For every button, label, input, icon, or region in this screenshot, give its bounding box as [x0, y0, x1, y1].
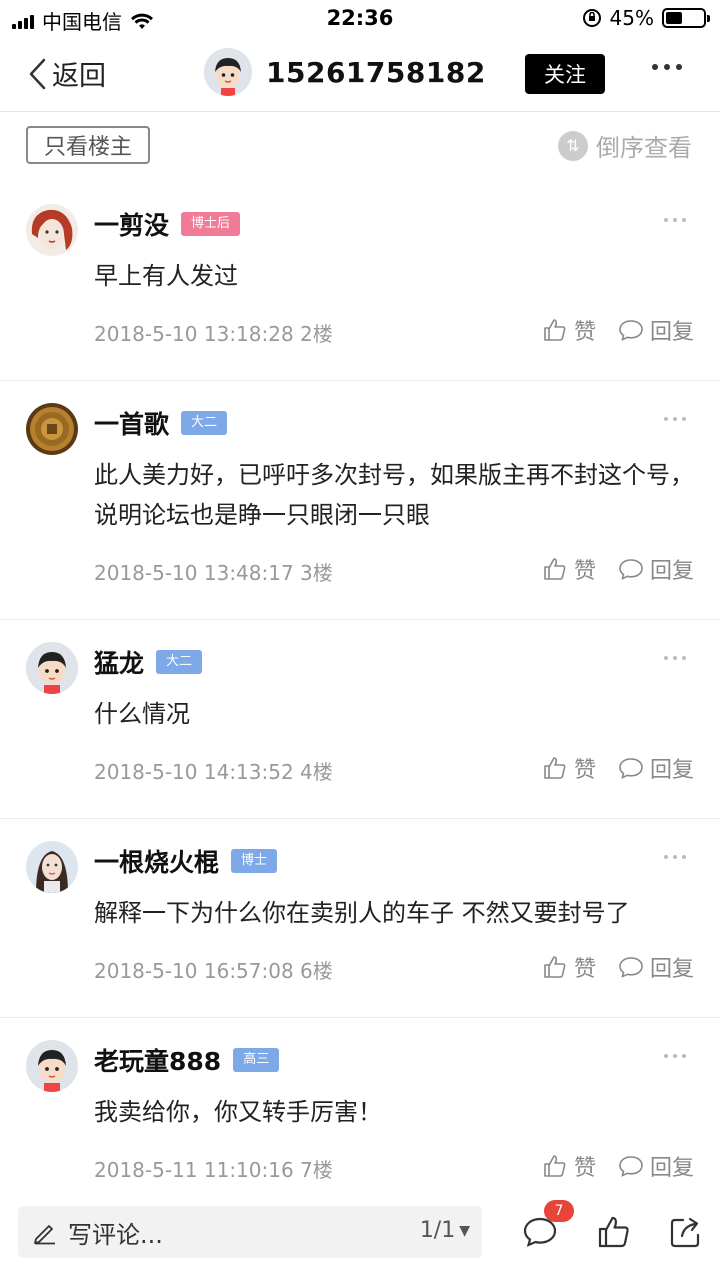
like-label: 赞: [573, 1156, 596, 1181]
comment-item: 一首歌 大二 此人美力好，已呼吁多次封号，如果版主再不封这个号，说明论坛也是睁一…: [0, 381, 720, 620]
rank-badge: 大二: [156, 650, 203, 674]
commenter-avatar[interactable]: [26, 841, 78, 893]
comment-text: 什么情况: [94, 700, 190, 728]
back-label: 返回: [52, 61, 106, 92]
caret-down-icon: ▼: [459, 1222, 470, 1239]
rank-badge: 高三: [233, 1048, 280, 1072]
reply-button[interactable]: 回复: [618, 553, 694, 585]
like-label: 赞: [573, 758, 596, 783]
thumbs-up-icon: [544, 558, 566, 580]
speech-bubble-icon: [619, 1156, 643, 1177]
comment-item: 一根烧火棍 博士 解释一下为什么你在卖别人的车子 不然又要封号了 2018-5-…: [0, 819, 720, 1018]
like-icon[interactable]: [596, 1214, 632, 1250]
reply-button[interactable]: 回复: [618, 1150, 694, 1182]
commenter-avatar[interactable]: [26, 204, 78, 256]
default-avatar-icon: [204, 48, 252, 96]
like-label: 赞: [573, 320, 596, 345]
comment-meta: 2018-5-11 11:10:16 7楼: [94, 1158, 333, 1182]
status-right: 45%: [582, 6, 710, 30]
comment-more-icon[interactable]: [664, 218, 686, 222]
comment-text: 早上有人发过: [94, 262, 238, 290]
commenter-name[interactable]: 一剪没: [94, 206, 169, 242]
commenter-avatar[interactable]: [26, 642, 78, 694]
filter-row: 只看楼主 ⇅ 倒序查看: [0, 112, 720, 182]
page-title: 15261758182: [266, 55, 486, 89]
reply-button[interactable]: 回复: [618, 951, 694, 983]
like-button[interactable]: 赞: [542, 752, 596, 784]
thumbs-up-icon: [544, 757, 566, 779]
battery-fill: [666, 12, 683, 24]
commenter-name[interactable]: 老玩童888: [94, 1042, 221, 1078]
comment-more-icon[interactable]: [664, 855, 686, 859]
speech-bubble-icon: [619, 320, 643, 341]
thumbs-up-icon: [544, 1155, 566, 1177]
write-comment-input[interactable]: 写评论... 1/1 ▼: [18, 1206, 482, 1258]
battery-icon: [662, 8, 710, 28]
reply-label: 回复: [649, 1156, 694, 1181]
comment-text: 解释一下为什么你在卖别人的车子 不然又要封号了: [94, 899, 630, 927]
commenter-avatar[interactable]: [26, 403, 78, 455]
reply-label: 回复: [649, 320, 694, 345]
share-icon[interactable]: [668, 1214, 704, 1250]
bottom-bar: 写评论... 1/1 ▼ 7: [0, 1194, 720, 1280]
comment-item: 猛龙 大二 什么情况 2018-5-10 14:13:52 4楼 赞 回复: [0, 620, 720, 819]
comment-count-badge: 7: [544, 1200, 574, 1222]
comment-item: 一剪没 博士后 早上有人发过 2018-5-10 13:18:28 2楼 赞 回…: [0, 182, 720, 381]
follow-button[interactable]: 关注: [525, 54, 605, 94]
page-indicator[interactable]: 1/1 ▼: [420, 1218, 470, 1243]
like-label: 赞: [573, 957, 596, 982]
commenter-avatar[interactable]: [26, 1040, 78, 1092]
write-comment-label: 写评论...: [68, 1220, 163, 1249]
sort-icon: ⇅: [558, 130, 588, 161]
thumbs-up-icon: [544, 319, 566, 341]
status-bar: 中国电信 22:36 45%: [0, 0, 720, 36]
reverse-order-button[interactable]: ⇅ 倒序查看: [558, 128, 692, 163]
reply-label: 回复: [649, 957, 694, 982]
speech-bubble-icon: [619, 758, 643, 779]
page-indicator-label: 1/1: [419, 1218, 456, 1243]
comment-more-icon[interactable]: [664, 417, 686, 421]
reply-label: 回复: [649, 559, 694, 584]
like-button[interactable]: 赞: [542, 1150, 596, 1182]
comment-item: 老玩童888 高三 我卖给你，你又转手厉害！ 2018-5-11 11:10:1…: [0, 1018, 720, 1216]
nav-user[interactable]: 15261758182: [204, 48, 486, 96]
back-button[interactable]: 返回: [26, 54, 106, 93]
speech-bubble-icon: [619, 559, 643, 580]
comment-meta: 2018-5-10 13:48:17 3楼: [94, 561, 333, 585]
like-button[interactable]: 赞: [542, 553, 596, 585]
more-options-icon[interactable]: [652, 64, 682, 70]
rank-badge: 博士后: [181, 212, 241, 236]
thumbs-up-icon: [544, 956, 566, 978]
reply-label: 回复: [649, 758, 694, 783]
only-owner-button[interactable]: 只看楼主: [26, 126, 150, 164]
commenter-name[interactable]: 一首歌: [94, 405, 169, 441]
speech-bubble-icon: [619, 957, 643, 978]
commenter-name[interactable]: 一根烧火棍: [94, 843, 219, 879]
rank-badge: 大二: [181, 411, 228, 435]
like-label: 赞: [573, 559, 596, 584]
nav-bar: 返回 15261758182 关注: [0, 36, 720, 112]
comment-meta: 2018-5-10 14:13:52 4楼: [94, 760, 333, 784]
chevron-left-icon: [29, 58, 46, 89]
reverse-order-label: 倒序查看: [596, 134, 692, 162]
comment-meta: 2018-5-10 16:57:08 6楼: [94, 959, 333, 983]
comment-list: 一剪没 博士后 早上有人发过 2018-5-10 13:18:28 2楼 赞 回…: [0, 182, 720, 1216]
battery-percent: 45%: [609, 6, 654, 30]
orientation-lock-icon: [582, 9, 601, 27]
pencil-icon: [34, 1225, 55, 1245]
comment-meta: 2018-5-10 13:18:28 2楼: [94, 322, 333, 346]
like-button[interactable]: 赞: [542, 951, 596, 983]
reply-button[interactable]: 回复: [618, 314, 694, 346]
rank-badge: 博士: [231, 849, 278, 873]
comment-text: 我卖给你，你又转手厉害！: [94, 1098, 382, 1126]
comment-more-icon[interactable]: [664, 1054, 686, 1058]
reply-button[interactable]: 回复: [618, 752, 694, 784]
user-avatar[interactable]: [204, 48, 252, 96]
like-button[interactable]: 赞: [542, 314, 596, 346]
comment-more-icon[interactable]: [664, 656, 686, 660]
comment-text: 此人美力好，已呼吁多次封号，如果版主再不封这个号，说明论坛也是睁一只眼闭一只眼: [94, 461, 694, 529]
commenter-name[interactable]: 猛龙: [94, 644, 144, 680]
